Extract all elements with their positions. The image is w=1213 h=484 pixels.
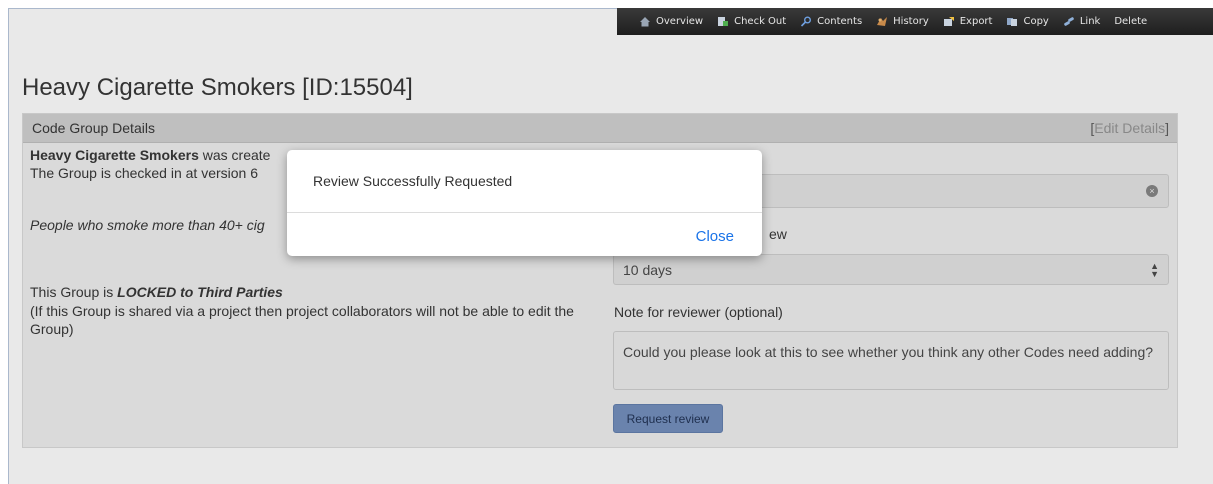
history-icon: [877, 17, 888, 26]
toolbar-delete[interactable]: Delete: [1114, 16, 1147, 27]
top-toolbar: Overview Check Out Contents History Expo…: [617, 8, 1213, 35]
modal-message: Review Successfully Requested: [287, 150, 762, 213]
edit-details-link[interactable]: Edit Details: [1094, 120, 1165, 136]
home-icon: [640, 17, 650, 27]
group-name: Heavy Cigarette Smokers: [30, 147, 199, 163]
locked-prefix: This Group is: [30, 284, 118, 300]
select-arrows-icon: ▲ ▼: [1150, 261, 1159, 279]
created-by-line: Heavy Cigarette Smokers was create: [30, 146, 270, 164]
locked-emphasis: LOCKED to Third Parties: [117, 284, 283, 300]
checkout-icon: [718, 17, 729, 26]
note-label: Note for reviewer (optional): [614, 304, 783, 320]
created-by-text: was create: [202, 147, 271, 163]
locked-status: This Group is LOCKED to Third Parties: [30, 283, 283, 301]
toolbar-delete-label: Delete: [1114, 16, 1148, 27]
toolbar-link[interactable]: Link: [1063, 16, 1100, 27]
modal-close-button[interactable]: Close: [696, 228, 734, 245]
toolbar-contents-label: Contents: [817, 16, 863, 27]
copy-icon: [1007, 18, 1018, 26]
search-icon: [801, 16, 812, 27]
toolbar-overview-label: Overview: [656, 16, 704, 27]
export-icon: [943, 17, 954, 26]
clear-icon[interactable]: ×: [1146, 185, 1158, 197]
page-title: Heavy Cigarette Smokers [ID:15504]: [22, 74, 413, 101]
note-textarea[interactable]: Could you please look at this to see whe…: [613, 331, 1169, 390]
group-description: People who smoke more than 40+ cig: [30, 217, 265, 233]
checked-in-text: The Group is checked in at version 6: [30, 165, 259, 181]
toolbar-overview[interactable]: Overview: [639, 16, 703, 27]
toolbar-history[interactable]: History: [876, 16, 929, 27]
success-modal: Review Successfully Requested Close: [287, 150, 762, 256]
toolbar-history-label: History: [893, 16, 929, 27]
edit-details: [Edit Details]: [1090, 120, 1169, 136]
link-icon: [1064, 17, 1074, 26]
toolbar-export[interactable]: Export: [943, 16, 993, 27]
toolbar-copy-label: Copy: [1023, 16, 1049, 27]
toolbar-export-label: Export: [959, 16, 993, 27]
toolbar-check-out-label: Check Out: [734, 16, 787, 27]
panel-heading-title: Code Group Details: [32, 120, 155, 136]
timeframe-label: ew: [769, 226, 787, 242]
toolbar-link-label: Link: [1079, 16, 1101, 27]
toolbar-contents[interactable]: Contents: [800, 16, 862, 27]
toolbar-copy[interactable]: Copy: [1006, 16, 1049, 27]
panel-heading: Code Group Details [Edit Details]: [23, 114, 1177, 143]
timeframe-select[interactable]: 10 days ▲ ▼: [613, 254, 1169, 285]
timeframe-value: 10 days: [623, 261, 673, 278]
locked-note: (If this Group is shared via a project t…: [30, 303, 574, 337]
request-review-button[interactable]: Request review: [613, 404, 723, 433]
bracket-close: ]: [1165, 120, 1169, 136]
toolbar-check-out[interactable]: Check Out: [717, 16, 786, 27]
